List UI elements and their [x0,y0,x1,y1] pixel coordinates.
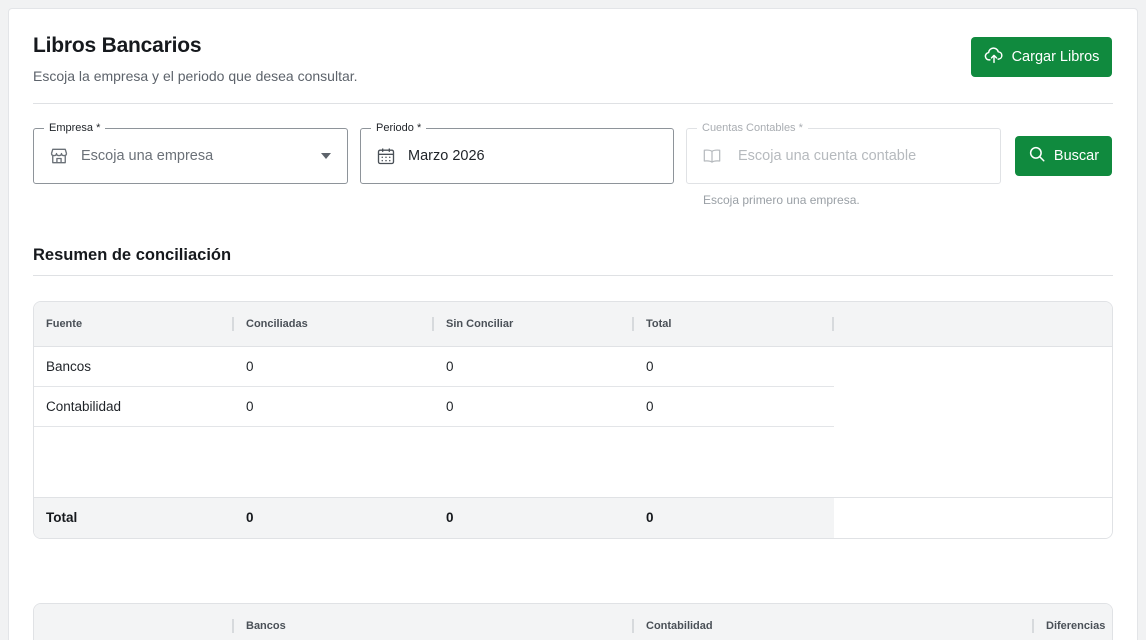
column-resize-handle[interactable] [832,317,834,331]
periodo-value: Marzo 2026 [408,148,485,164]
cuentas-label: Cuentas Contables * [697,120,808,136]
total-row: Total 0 0 0 [34,497,1112,538]
total-cell: 0 [246,510,254,525]
summary-table: Fuente Conciliadas Sin Conciliar Total B… [33,301,1113,539]
empresa-label: Empresa * [44,120,106,136]
page-title: Libros Bancarios [33,34,202,57]
column-header[interactable]: Fuente [34,302,82,347]
book-icon [702,146,722,166]
empresa-select[interactable]: Empresa * Escoja una empresa [33,120,348,184]
column-header[interactable]: Contabilidad [634,604,713,640]
table-cell: 0 [646,399,654,414]
total-cell: Total [46,510,78,525]
summary-table-header: Fuente Conciliadas Sin Conciliar Total [34,302,1112,347]
column-header[interactable]: Diferencias [1034,604,1105,640]
cuentas-placeholder: Escoja una cuenta contable [738,148,917,164]
cuentas-helper-text: Escoja primero una empresa. [703,193,860,207]
store-icon [49,146,69,166]
table-cell: 0 [646,359,654,374]
table-cell: 0 [246,399,254,414]
table-edge-line [1112,347,1113,497]
empresa-placeholder: Escoja una empresa [81,148,214,164]
total-cell: 0 [446,510,454,525]
header-divider [33,103,1113,104]
search-button[interactable]: Buscar [1015,136,1112,176]
chevron-down-icon[interactable] [321,153,331,159]
table-cell: Bancos [46,359,92,374]
table-cell: Contabilidad [46,399,122,414]
column-header[interactable]: Bancos [234,604,286,640]
table-cell: 0 [446,359,454,374]
load-books-label: Cargar Libros [1011,49,1100,65]
table-cell: 0 [246,359,254,374]
load-books-button[interactable]: Cargar Libros [971,37,1112,77]
table-cell: 0 [446,399,454,414]
main-card: Libros Bancarios Escoja la empresa y el … [8,8,1138,640]
table-row[interactable]: Contabilidad 0 0 0 [34,387,834,427]
summary-divider [33,275,1113,276]
periodo-field[interactable]: Periodo * Marzo 2026 [360,120,674,184]
cuentas-select[interactable]: Cuentas Contables * Escoja una cuenta co… [686,120,1001,184]
calendar-icon [376,146,396,166]
comparison-table: Bancos Contabilidad Diferencias [33,603,1113,640]
column-header[interactable]: Conciliadas [234,302,308,347]
periodo-label: Periodo * [371,120,427,136]
total-cell: 0 [646,510,654,525]
column-header[interactable]: Sin Conciliar [434,302,513,347]
cloud-upload-icon [984,46,1004,68]
column-header[interactable]: Total [634,302,671,347]
page-subtitle: Escoja la empresa y el periodo que desea… [33,68,358,84]
search-label: Buscar [1053,148,1100,164]
summary-title: Resumen de conciliación [33,246,232,264]
search-icon [1028,145,1046,167]
comparison-table-header: Bancos Contabilidad Diferencias [34,604,1112,640]
table-row[interactable]: Bancos 0 0 0 [34,347,834,387]
